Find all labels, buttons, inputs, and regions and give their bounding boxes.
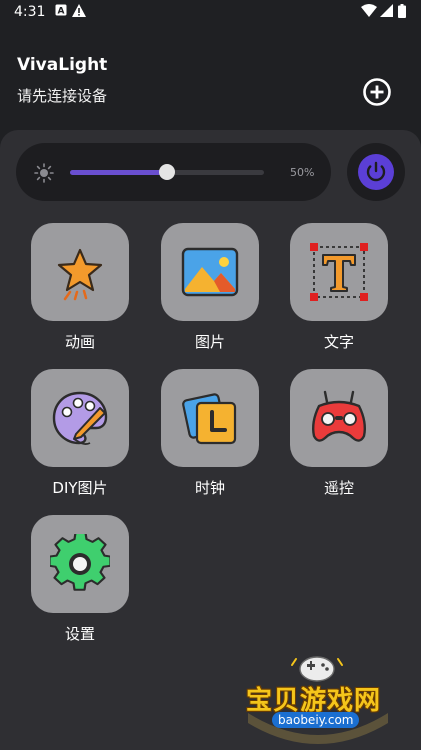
picture-icon bbox=[181, 247, 239, 297]
connection-status: 请先连接设备 bbox=[17, 87, 108, 105]
add-device-button[interactable] bbox=[361, 76, 393, 108]
svg-text:A: A bbox=[58, 7, 65, 17]
warning-icon bbox=[72, 4, 86, 17]
tile-text[interactable] bbox=[290, 223, 388, 321]
status-bar: 4:31 A bbox=[0, 0, 421, 26]
tile-label-picture: 图片 bbox=[194, 333, 225, 351]
tile-diy-picture[interactable] bbox=[31, 369, 129, 467]
star-icon bbox=[57, 248, 103, 301]
brightness-icon bbox=[34, 163, 54, 183]
brightness-value: 50% bbox=[290, 166, 315, 179]
battery-icon bbox=[398, 4, 406, 18]
tile-picture[interactable] bbox=[161, 223, 259, 321]
tile-remote[interactable] bbox=[290, 369, 388, 467]
wifi-icon bbox=[361, 4, 377, 17]
tile-label-settings: 设置 bbox=[64, 625, 95, 643]
tile-label-text: 文字 bbox=[323, 333, 354, 351]
brightness-slider-thumb[interactable] bbox=[159, 164, 175, 180]
palette-icon bbox=[52, 391, 108, 445]
signal-icon bbox=[380, 4, 393, 17]
power-button-face bbox=[358, 154, 394, 190]
text-icon bbox=[310, 243, 368, 301]
tile-animation[interactable] bbox=[31, 223, 129, 321]
power-button[interactable] bbox=[347, 143, 405, 201]
tile-label-remote: 遥控 bbox=[323, 479, 354, 497]
notification-icon: A bbox=[55, 4, 67, 16]
tile-label-animation: 动画 bbox=[64, 333, 95, 351]
tile-settings[interactable] bbox=[31, 515, 129, 613]
clock-icon bbox=[182, 393, 237, 445]
power-icon bbox=[366, 161, 386, 182]
status-time: 4:31 bbox=[14, 4, 46, 20]
watermark-url: baobeiy.com bbox=[272, 712, 360, 728]
tile-label-clock: 时钟 bbox=[194, 479, 225, 497]
gamepad-icon bbox=[311, 390, 367, 442]
tile-label-diy-picture: DIY图片 bbox=[52, 479, 108, 497]
brightness-slider-fill bbox=[70, 170, 167, 175]
app-title: VivaLight bbox=[17, 55, 108, 75]
tile-clock[interactable] bbox=[161, 369, 259, 467]
gear-icon bbox=[50, 534, 110, 591]
